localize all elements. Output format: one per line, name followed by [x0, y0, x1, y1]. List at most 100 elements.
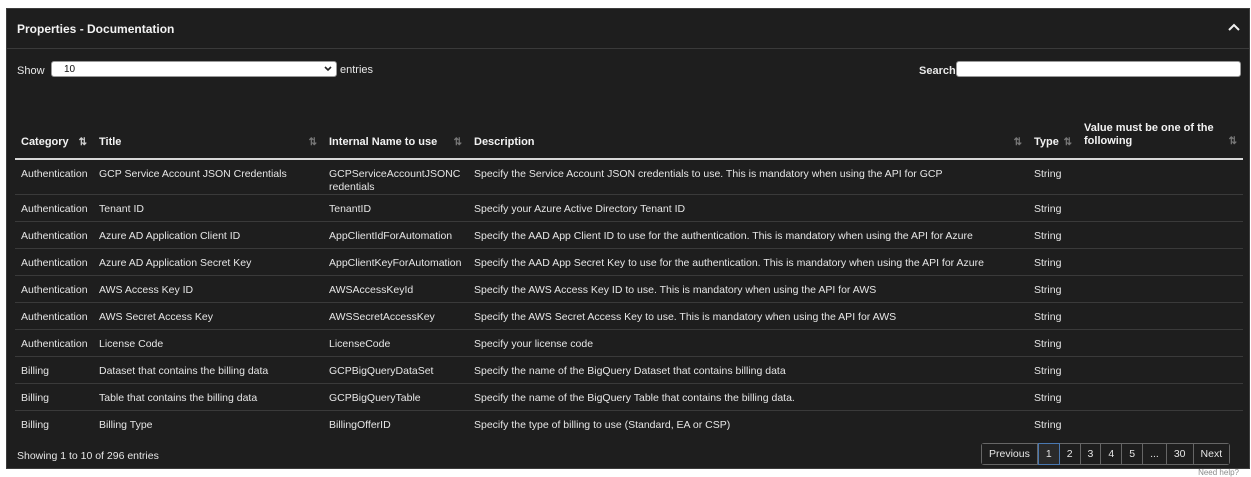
cell-description: Specify the AWS Access Key ID to use. Th… — [468, 275, 1028, 303]
pagination: Previous 1 2 3 4 5 ... 30 Next — [981, 443, 1231, 465]
column-header-description[interactable]: Description ⇅ — [468, 100, 1028, 160]
cell-title: Tenant ID — [93, 194, 323, 222]
pagination-page-30[interactable]: 30 — [1166, 444, 1194, 464]
panel-title: Properties - Documentation — [17, 22, 175, 36]
cell-value — [1078, 248, 1243, 276]
cell-description: Specify the AWS Secret Access Key to use… — [468, 302, 1028, 330]
entries-length-value: 10 — [64, 64, 76, 75]
cell-type: String — [1028, 329, 1078, 357]
table-row: Authentication Azure AD Application Secre… — [15, 248, 1243, 276]
panel-header: Properties - Documentation — [7, 9, 1249, 49]
cell-internal-name: AWSSecretAccessKey — [323, 302, 468, 330]
column-header-value-one-of[interactable]: Value must be one of the following ⇅ — [1078, 100, 1243, 160]
pagination-page-4[interactable]: 4 — [1101, 444, 1123, 464]
sort-icon: ⇅ — [1063, 137, 1072, 148]
cell-value — [1078, 329, 1243, 357]
cell-title: Azure AD Application Client ID — [93, 221, 323, 249]
column-header-internal-name[interactable]: Internal Name to use ⇅ — [323, 100, 468, 160]
cell-internal-name: AWSAccessKeyId — [323, 275, 468, 303]
cell-type: String — [1028, 221, 1078, 249]
show-label: Show — [17, 65, 45, 77]
sort-icon: ⇅ — [1228, 136, 1237, 147]
cell-internal-name: GCPBigQueryDataSet — [323, 356, 468, 384]
pagination-page-3[interactable]: 3 — [1080, 444, 1102, 464]
table-info: Showing 1 to 10 of 296 entries — [17, 450, 159, 462]
search-input[interactable] — [956, 61, 1241, 77]
cell-internal-name: TenantID — [323, 194, 468, 222]
cell-category: Billing — [15, 410, 93, 438]
table-row: Authentication Azure AD Application Clien… — [15, 221, 1243, 249]
cell-category: Authentication — [15, 221, 93, 249]
cell-description: Specify the type of billing to use (Stan… — [468, 410, 1028, 438]
cell-type: String — [1028, 275, 1078, 303]
cell-internal-name: GCPServiceAccountJSONCredentials — [323, 158, 468, 195]
table-row: Authentication GCP Service Account JSON C… — [15, 158, 1243, 195]
table-row: Authentication AWS Secret Access Key AWSSe… — [15, 302, 1243, 330]
table-row: Billing Dataset that contains the billing… — [15, 356, 1243, 384]
cell-category: Billing — [15, 383, 93, 411]
entries-label: entries — [340, 64, 374, 76]
cell-category: Authentication — [15, 329, 93, 357]
cell-type: String — [1028, 248, 1078, 276]
table-controls: Show 10 entries Search: — [7, 59, 1249, 83]
pagination-previous[interactable]: Previous — [982, 444, 1038, 464]
cell-type: String — [1028, 383, 1078, 411]
cell-category: Authentication — [15, 248, 93, 276]
entries-length-select[interactable]: 10 — [51, 61, 337, 77]
page: Properties - Documentation Show 10 entri… — [0, 0, 1251, 477]
cell-type: String — [1028, 158, 1078, 195]
table-header-row: Category ⇅ Title ⇅ Internal Name to use ⇅ D… — [15, 100, 1243, 160]
cell-description: Specify the AAD App Secret Key to use fo… — [468, 248, 1028, 276]
cell-title: GCP Service Account JSON Credentials — [93, 158, 323, 195]
table-row: Authentication Tenant ID TenantID Specify y… — [15, 194, 1243, 222]
cell-category: Authentication — [15, 194, 93, 222]
cell-title: AWS Access Key ID — [93, 275, 323, 303]
pagination-page-2[interactable]: 2 — [1059, 444, 1081, 464]
cell-internal-name: LicenseCode — [323, 329, 468, 357]
table-body: Authentication GCP Service Account JSON C… — [15, 158, 1243, 438]
sort-ascending-icon: ⇅ — [78, 137, 87, 148]
cell-description: Specify the Service Account JSON credent… — [468, 158, 1028, 195]
search-label: Search: — [919, 65, 960, 77]
cell-description: Specify the name of the BigQuery Dataset… — [468, 356, 1028, 384]
cell-value — [1078, 410, 1243, 438]
cell-category: Authentication — [15, 275, 93, 303]
cell-value — [1078, 383, 1243, 411]
cell-value — [1078, 194, 1243, 222]
properties-panel: Properties - Documentation Show 10 entri… — [6, 8, 1250, 477]
column-header-title[interactable]: Title ⇅ — [93, 100, 323, 160]
sort-icon: ⇅ — [1013, 137, 1022, 148]
cell-description: Specify your Azure Active Directory Tena… — [468, 194, 1028, 222]
cell-category: Billing — [15, 356, 93, 384]
cell-type: String — [1028, 302, 1078, 330]
table-row: Billing Billing Type BillingOfferID Specify… — [15, 410, 1243, 438]
cell-value — [1078, 302, 1243, 330]
pagination-page-5[interactable]: 5 — [1122, 444, 1144, 464]
cell-internal-name: BillingOfferID — [323, 410, 468, 438]
properties-table: Category ⇅ Title ⇅ Internal Name to use ⇅ D… — [15, 100, 1243, 438]
cell-type: String — [1028, 194, 1078, 222]
pagination-ellipsis: ... — [1143, 444, 1167, 464]
need-help-link[interactable]: Need help? — [1198, 468, 1239, 477]
pagination-next[interactable]: Next — [1193, 444, 1230, 464]
cell-title: Billing Type — [93, 410, 323, 438]
table-row: Authentication License Code LicenseCode Spe… — [15, 329, 1243, 357]
cell-description: Specify the name of the BigQuery Table t… — [468, 383, 1028, 411]
cell-description: Specify your license code — [468, 329, 1028, 357]
collapse-chevron-up-icon[interactable] — [1225, 19, 1243, 37]
cell-internal-name: AppClientKeyForAutomation — [323, 248, 468, 276]
cell-internal-name: GCPBigQueryTable — [323, 383, 468, 411]
cell-title: AWS Secret Access Key — [93, 302, 323, 330]
table-row: Authentication AWS Access Key ID AWSAccess… — [15, 275, 1243, 303]
column-header-category[interactable]: Category ⇅ — [15, 100, 93, 160]
cell-value — [1078, 356, 1243, 384]
column-header-type[interactable]: Type ⇅ — [1028, 100, 1078, 160]
cell-category: Authentication — [15, 158, 93, 195]
cell-title: Table that contains the billing data — [93, 383, 323, 411]
cell-type: String — [1028, 410, 1078, 438]
sort-icon: ⇅ — [308, 137, 317, 148]
chevron-down-icon — [324, 66, 332, 72]
cell-value — [1078, 275, 1243, 303]
table-row: Billing Table that contains the billing d… — [15, 383, 1243, 411]
pagination-page-1[interactable]: 1 — [1037, 443, 1060, 465]
